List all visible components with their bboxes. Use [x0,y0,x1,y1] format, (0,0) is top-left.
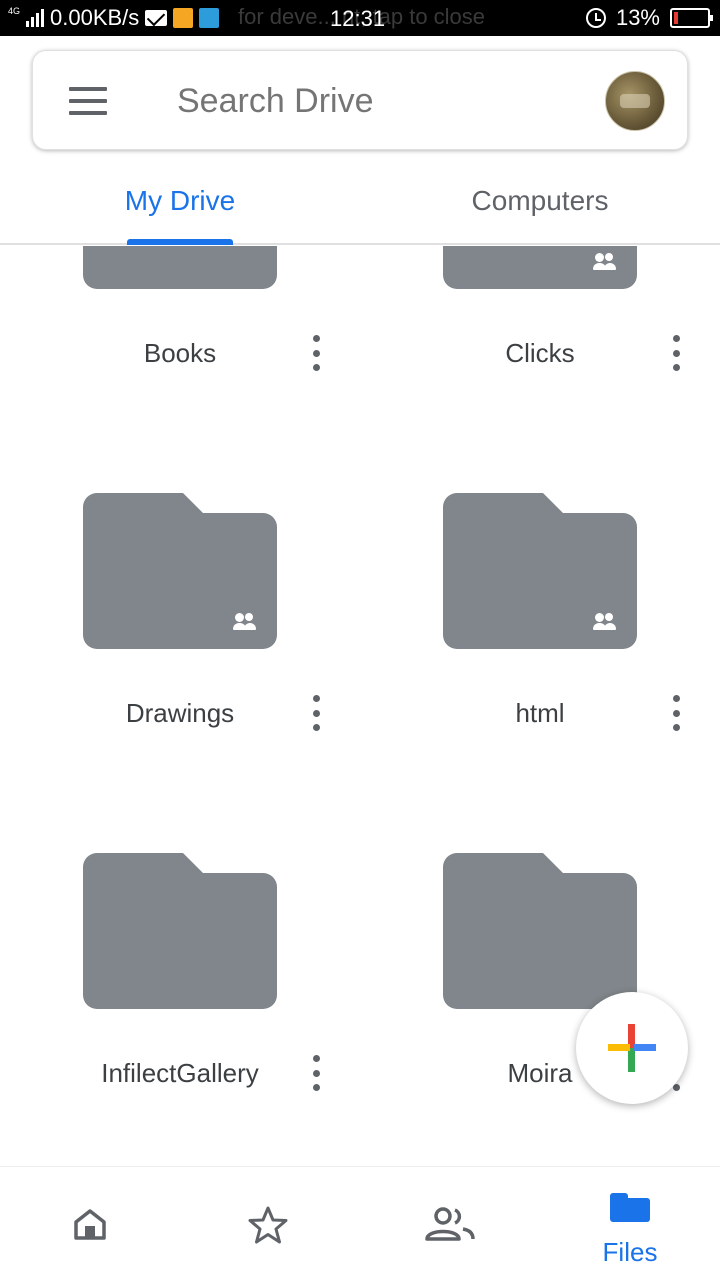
usb-icon [199,8,220,28]
active-tab-indicator [127,239,233,245]
signal-icon [26,9,45,27]
shared-icon [593,613,617,631]
shared-icon [233,613,257,631]
more-options-icon[interactable] [306,695,326,731]
more-options-icon[interactable] [306,335,326,371]
bottom-navigation: Files [0,1166,720,1280]
folder-item[interactable] [443,493,637,649]
alarm-icon [585,8,606,28]
nav-shared[interactable] [360,1167,540,1280]
nav-home[interactable] [0,1167,180,1280]
app-notification-icon [173,8,194,28]
mail-icon [145,10,168,26]
folder-item[interactable] [443,246,637,289]
status-left: 4G 0.00KB/s [8,0,220,36]
folder-name: InfilectGallery [101,1058,259,1088]
folder-icon [610,1193,650,1222]
star-icon [248,1206,288,1244]
hamburger-menu-icon[interactable] [69,87,107,115]
tab-label: Computers [471,184,609,216]
clock: 12:31 [330,6,386,31]
account-avatar[interactable] [605,71,665,131]
folder-item[interactable] [443,853,637,1009]
more-options-icon[interactable] [666,335,686,371]
status-right: 13% [585,0,713,36]
network-speed: 0.00KB/s [50,5,140,30]
battery-icon [670,8,713,28]
search-input[interactable] [177,77,577,125]
folder-item[interactable] [83,853,277,1009]
more-options-icon[interactable] [666,695,686,731]
folder-item[interactable] [83,493,277,649]
tab-bar: My Drive Computers [0,158,720,245]
battery-percent: 13% [615,5,660,30]
battery-level [674,12,678,24]
search-bar [32,50,688,150]
tab-computers[interactable]: Computers [360,158,720,243]
folder-name: Books [143,338,217,368]
status-bar: 4G 0.00KB/s for deve... nt, tap to close… [0,0,720,36]
nav-files[interactable]: Files [540,1167,720,1280]
folder-name: Clicks [505,338,575,368]
drive-screen: 4G 0.00KB/s for deve... nt, tap to close… [0,0,720,1280]
shared-icon [593,253,617,271]
folder-item[interactable] [83,246,277,289]
home-icon [74,1209,106,1240]
more-options-icon[interactable] [306,1055,326,1091]
folder-name: html [515,698,565,728]
people-icon [425,1207,475,1241]
folder-name: Drawings [125,698,235,728]
new-item-fab[interactable] [576,992,688,1104]
nav-files-label: Files [602,1237,658,1267]
tab-my-drive[interactable]: My Drive [0,158,360,245]
nav-starred[interactable] [180,1167,360,1280]
network-type: 4G [8,5,21,16]
tab-label: My Drive [124,184,236,216]
